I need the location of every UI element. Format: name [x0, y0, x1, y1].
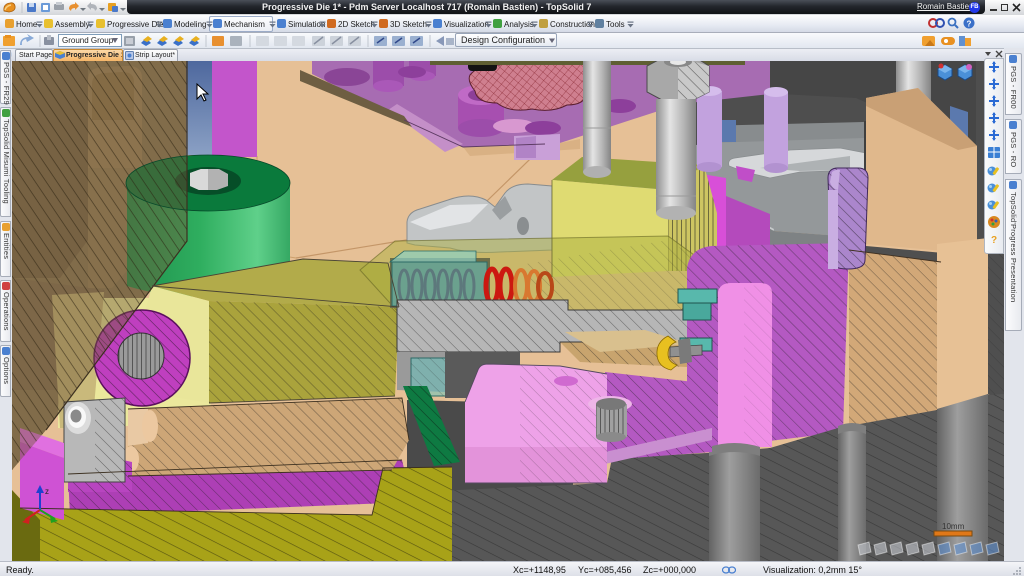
svg-text:?: ? — [991, 235, 997, 246]
svg-text:10mm: 10mm — [942, 522, 965, 531]
svg-text:z: z — [45, 487, 49, 496]
